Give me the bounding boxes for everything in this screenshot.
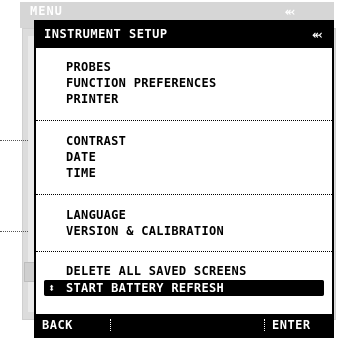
up-down-arrow-icon: ⬍	[48, 281, 56, 295]
menu-item-language[interactable]: LANGUAGE	[66, 208, 126, 222]
dialog-header: INSTRUMENT SETUP ⬻	[36, 22, 332, 48]
menu-item-printer[interactable]: PRINTER	[66, 92, 119, 106]
softkey-divider	[264, 319, 265, 331]
menu-item-contrast[interactable]: CONTRAST	[66, 134, 126, 148]
side-divider	[0, 231, 28, 232]
enter-softkey[interactable]: ENTER	[272, 318, 311, 332]
menu-item-delete-all-saved-screens[interactable]: DELETE ALL SAVED SCREENS	[66, 264, 247, 278]
menu-item-date[interactable]: DATE	[66, 150, 96, 164]
dialog-title: INSTRUMENT SETUP	[44, 27, 168, 41]
separator	[36, 251, 332, 252]
instrument-setup-dialog: INSTRUMENT SETUP ⬻ PROBES FUNCTION PREFE…	[34, 20, 334, 338]
menu-item-start-battery-refresh[interactable]: ⬍ START BATTERY REFRESH	[44, 280, 324, 296]
back-softkey[interactable]: BACK	[42, 318, 73, 332]
side-divider	[0, 140, 28, 141]
menu-item-time[interactable]: TIME	[66, 166, 96, 180]
separator	[36, 194, 332, 195]
menu-item-probes[interactable]: PROBES	[66, 60, 111, 74]
softkey-bar: BACK ENTER	[36, 314, 332, 336]
plug-icon: ⬻	[285, 4, 295, 18]
menu-item-function-preferences[interactable]: FUNCTION PREFERENCES	[66, 76, 217, 90]
plug-icon: ⬻	[312, 27, 322, 41]
selected-item-label: START BATTERY REFRESH	[66, 281, 225, 295]
softkey-divider	[110, 319, 111, 331]
separator	[36, 120, 332, 121]
menu-title: MENU	[30, 4, 63, 18]
menu-item-version-calibration[interactable]: VERSION & CALIBRATION	[66, 224, 224, 238]
scope-screen: MENU ⬻ INSTRUMENT SETUP ⬻ PROBES FUNCTIO…	[0, 0, 342, 340]
